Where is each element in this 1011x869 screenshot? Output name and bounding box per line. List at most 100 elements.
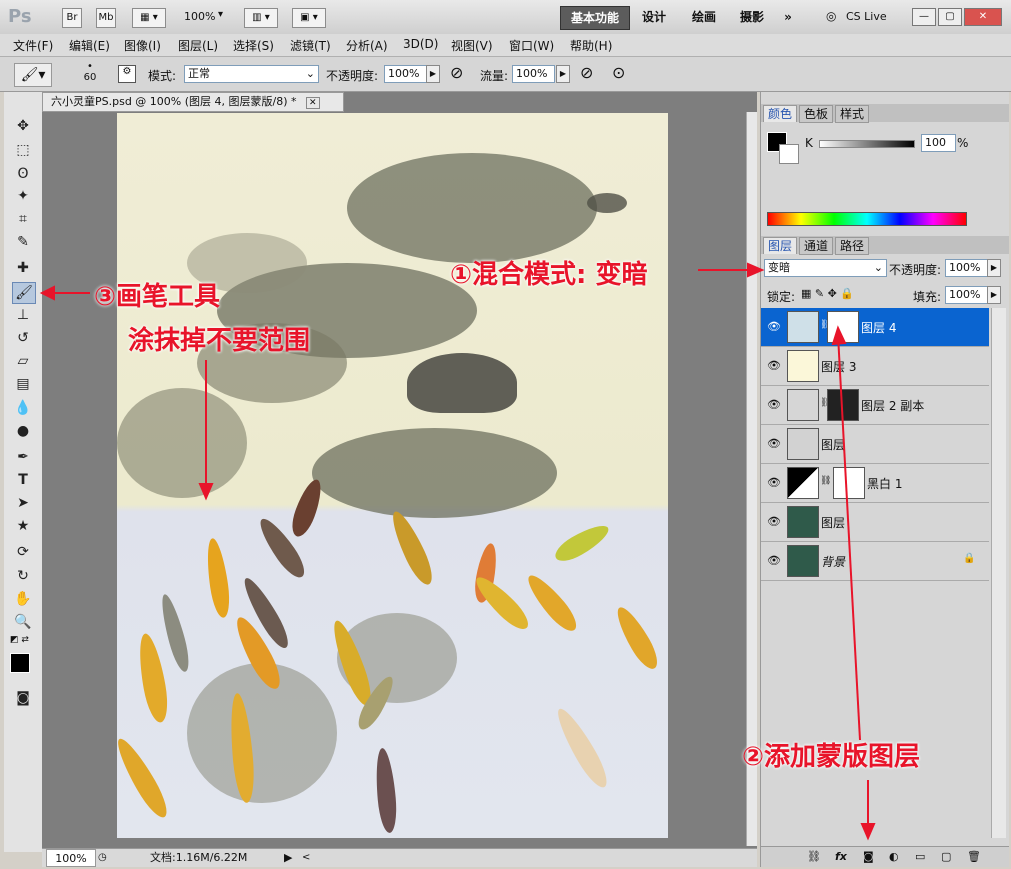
zoom-dropdown-icon[interactable]: ▾ [218, 9, 223, 20]
layer-opacity-arrow-icon[interactable]: ▶ [987, 259, 1001, 277]
new-layer-icon[interactable]: ▢ [941, 850, 951, 863]
horizontal-scroll-left-icon[interactable]: < [302, 849, 310, 867]
layer-mask-thumbnail[interactable] [827, 311, 859, 343]
brush-tool-icon[interactable]: 🖌 [12, 282, 36, 304]
tablet-pressure-icon[interactable]: ⊙ [612, 63, 625, 82]
shape-tool-icon[interactable]: ★ [12, 516, 34, 536]
bridge-button[interactable]: Br [62, 8, 82, 28]
layer-row[interactable]: 👁 ⛓ 图层 4 [761, 308, 989, 347]
document-tab[interactable]: 六小灵童PS.psd @ 100% (图层 4, 图层蒙版/8) * ✕ [42, 92, 344, 112]
cs-live-button[interactable]: CS Live [846, 10, 887, 23]
mini-bridge-button[interactable]: Mb [96, 8, 116, 28]
path-selection-tool-icon[interactable]: ➤ [12, 493, 34, 513]
link-layers-icon[interactable]: ⛓ [807, 850, 821, 863]
workspace-essentials[interactable]: 基本功能 [560, 6, 630, 30]
visibility-eye-icon[interactable]: 👁 [767, 398, 781, 411]
mode-select[interactable]: 正常 ⌄ [184, 65, 319, 83]
adjustment-layer-icon[interactable]: ◐ [889, 850, 899, 863]
layer-opacity-input[interactable]: 100% [945, 259, 988, 277]
airbrush-opacity-icon[interactable]: ⊘ [450, 63, 463, 82]
menu-window[interactable]: 窗口(W) [509, 37, 554, 54]
menu-view[interactable]: 视图(V) [451, 37, 493, 54]
flow-slider-arrow-icon[interactable]: ▶ [556, 65, 570, 83]
foreground-color-swatch[interactable] [10, 653, 30, 673]
visibility-eye-icon[interactable]: 👁 [767, 554, 781, 567]
cs-live-icon[interactable]: ◎ [826, 9, 836, 23]
lock-icons[interactable]: ▦ ✎ ✥ 🔒 [801, 287, 854, 300]
menu-filter[interactable]: 滤镜(T) [290, 37, 331, 54]
tab-color[interactable]: 颜色 [763, 105, 798, 122]
visibility-eye-icon[interactable]: 👁 [767, 359, 781, 372]
opacity-slider-arrow-icon[interactable]: ▶ [426, 65, 440, 83]
fill-input[interactable]: 100% [945, 286, 988, 304]
tool-preset-picker[interactable]: 🖌▾ [14, 63, 52, 87]
arrange-documents-button[interactable]: ▥ ▾ [244, 8, 278, 28]
fill-arrow-icon[interactable]: ▶ [987, 286, 1001, 304]
zoom-tool-icon[interactable]: 🔍 [12, 612, 34, 632]
menu-3d[interactable]: 3D(D) [403, 37, 438, 51]
color-background-swatch[interactable] [779, 144, 799, 164]
layer-row[interactable]: 👁 ⛓ 黑白 1 [761, 464, 989, 503]
fx-icon[interactable]: fx [835, 850, 847, 863]
k-slider[interactable] [819, 140, 915, 148]
clone-stamp-tool-icon[interactable]: ⊥ [12, 305, 34, 325]
brush-panel-toggle-icon[interactable]: ⚙ [118, 65, 136, 83]
healing-brush-tool-icon[interactable]: ✚ [12, 258, 34, 278]
menu-file[interactable]: 文件(F) [13, 37, 53, 54]
default-colors-icon[interactable]: ◩ ⇄ [10, 635, 29, 645]
menu-analysis[interactable]: 分析(A) [346, 37, 388, 54]
minimize-button[interactable]: — [912, 8, 936, 26]
tab-channels[interactable]: 通道 [799, 237, 834, 255]
tab-layers[interactable]: 图层 [763, 237, 798, 254]
layers-scrollbar[interactable] [991, 308, 1006, 838]
visibility-eye-icon[interactable]: 👁 [767, 476, 781, 489]
crop-tool-icon[interactable]: ⌗ [12, 209, 34, 229]
quick-select-tool-icon[interactable]: ✦ [12, 186, 34, 206]
close-button[interactable]: ✕ [964, 8, 1002, 26]
layer-row[interactable]: 👁 ⛓ 图层 2 副本 [761, 386, 989, 425]
eraser-tool-icon[interactable]: ▱ [12, 351, 34, 371]
menu-select[interactable]: 选择(S) [233, 37, 274, 54]
tab-paths[interactable]: 路径 [835, 237, 870, 255]
close-tab-icon[interactable]: ✕ [306, 97, 320, 109]
visibility-eye-icon[interactable]: 👁 [767, 437, 781, 450]
eyedropper-tool-icon[interactable]: ✎ [12, 232, 34, 252]
quick-mask-icon[interactable]: ◙ [12, 688, 34, 708]
airbrush-icon[interactable]: ⊘ [580, 63, 593, 82]
blend-mode-select[interactable]: 变暗 ⌄ [764, 259, 887, 277]
workspace-painting[interactable]: 绘画 [684, 6, 724, 28]
hand-tool-icon[interactable]: ✋ [12, 589, 34, 609]
layer-row[interactable]: 👁 图层 [761, 425, 989, 464]
maximize-button[interactable]: ▢ [938, 8, 962, 26]
view-extras-button[interactable]: ▦ ▾ [132, 8, 166, 28]
history-brush-tool-icon[interactable]: ↺ [12, 328, 34, 348]
link-icon[interactable]: ⛓ [820, 476, 831, 486]
menu-help[interactable]: 帮助(H) [570, 37, 612, 54]
document-canvas[interactable] [117, 113, 668, 838]
menu-edit[interactable]: 编辑(E) [69, 37, 110, 54]
layer-row[interactable]: 👁 图层 3 [761, 347, 989, 386]
menu-image[interactable]: 图像(I) [124, 37, 161, 54]
workspace-photography[interactable]: 摄影 [734, 6, 770, 28]
flow-input[interactable]: 100% [512, 65, 555, 83]
3d-rotate-tool-icon[interactable]: ⟳ [12, 542, 34, 562]
screen-mode-button[interactable]: ▣ ▾ [292, 8, 326, 28]
color-spectrum-bar[interactable] [767, 212, 967, 226]
blur-tool-icon[interactable]: 💧 [12, 398, 34, 418]
add-mask-icon[interactable]: ◙ [863, 850, 874, 863]
group-folder-icon[interactable]: ▭ [915, 850, 925, 863]
layer-mask-thumbnail[interactable] [827, 389, 859, 421]
brush-preset-picker[interactable]: • 60 [70, 61, 110, 87]
layer-row[interactable]: 👁 图层 [761, 503, 989, 542]
workspace-more[interactable]: » [778, 6, 798, 28]
zoom-field[interactable]: 100% [46, 849, 96, 867]
status-arrow-icon[interactable]: ▶ [284, 849, 292, 867]
zoom-level[interactable]: 100% [184, 10, 215, 23]
gradient-tool-icon[interactable]: ▤ [12, 374, 34, 394]
visibility-eye-icon[interactable]: 👁 [767, 515, 781, 528]
3d-orbit-tool-icon[interactable]: ↻ [12, 566, 34, 586]
layer-row[interactable]: 👁 背景 🔒 [761, 542, 989, 581]
trash-icon[interactable]: 🗑 [967, 850, 981, 863]
opacity-input[interactable]: 100% [384, 65, 427, 83]
tab-swatches[interactable]: 色板 [799, 105, 834, 123]
